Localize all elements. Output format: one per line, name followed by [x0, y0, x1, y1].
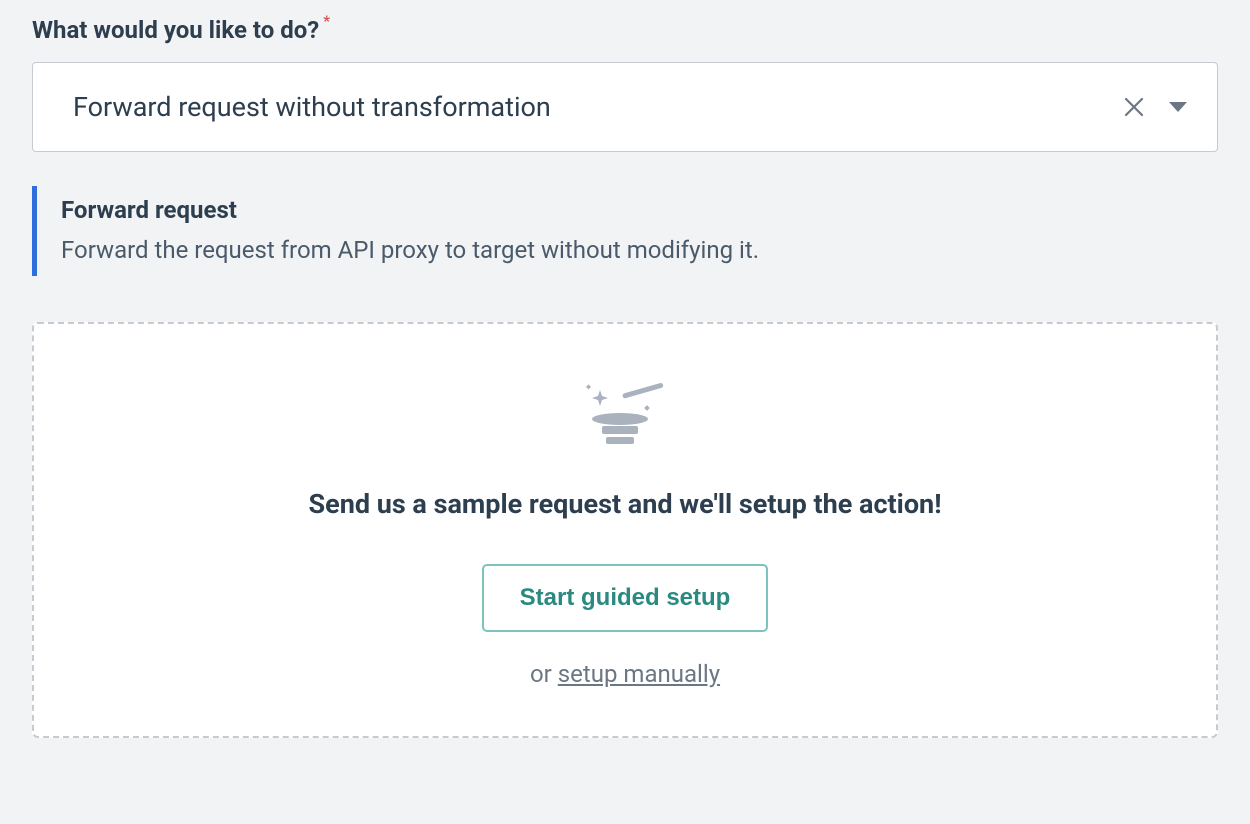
setup-heading: Send us a sample request and we'll setup… — [308, 488, 941, 520]
start-guided-setup-button[interactable]: Start guided setup — [482, 564, 769, 632]
required-asterisk: * — [323, 12, 330, 30]
chevron-down-icon[interactable] — [1169, 101, 1187, 113]
setup-card: Send us a sample request and we'll setup… — [32, 322, 1218, 738]
manual-setup-text: or setup manually — [530, 660, 720, 688]
info-description: Forward the request from API proxy to ta… — [61, 236, 1194, 264]
field-label: What would you like to do? * — [32, 16, 1218, 44]
or-text: or — [530, 660, 552, 688]
select-value: Forward request without transformation — [73, 91, 551, 123]
clear-icon[interactable] — [1123, 96, 1145, 118]
setup-manually-link[interactable]: setup manually — [558, 660, 720, 688]
select-actions — [1123, 96, 1187, 118]
field-label-text: What would you like to do? — [32, 16, 319, 44]
magic-wand-icon — [580, 378, 670, 452]
info-title: Forward request — [61, 196, 1194, 224]
info-card: Forward request Forward the request from… — [32, 186, 1218, 276]
action-select[interactable]: Forward request without transformation — [32, 62, 1218, 152]
